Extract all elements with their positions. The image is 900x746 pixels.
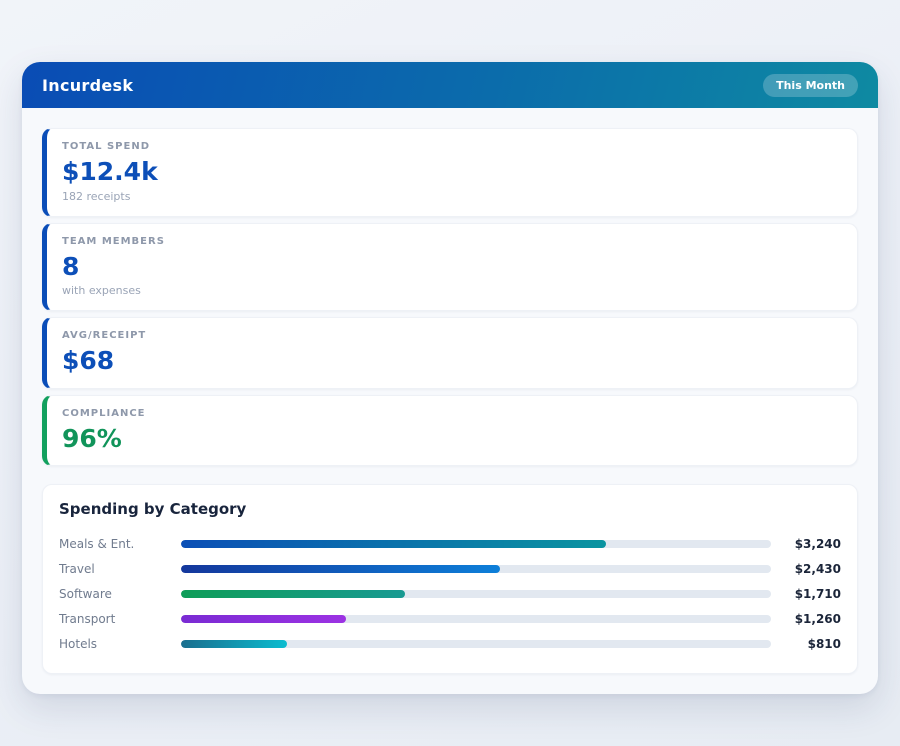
dashboard-content: TOTAL SPEND $12.4k 182 receipts TEAM MEM… (22, 108, 878, 694)
category-label: Transport (59, 612, 181, 626)
chart-row-transport: Transport $1,260 (59, 606, 841, 631)
chart-title: Spending by Category (59, 500, 841, 518)
category-label: Meals & Ent. (59, 537, 181, 551)
stat-label: TEAM MEMBERS (62, 236, 841, 247)
bar-fill (181, 540, 606, 548)
stat-subtext: with expenses (62, 284, 841, 297)
bar-fill (181, 590, 405, 598)
bar-track (181, 565, 771, 573)
category-label: Software (59, 587, 181, 601)
stat-value: 96% (62, 425, 841, 453)
bar-fill (181, 565, 500, 573)
bar-fill (181, 615, 346, 623)
stat-label: COMPLIANCE (62, 408, 841, 419)
stat-value: 8 (62, 253, 841, 281)
category-value: $3,240 (771, 537, 841, 551)
spending-by-category-card: Spending by Category Meals & Ent. $3,240… (42, 484, 858, 674)
stat-card-avg-receipt: AVG/RECEIPT $68 (42, 317, 858, 389)
stat-label: AVG/RECEIPT (62, 330, 841, 341)
app-title: Incurdesk (42, 76, 133, 95)
stat-card-compliance: COMPLIANCE 96% (42, 395, 858, 467)
bar-track (181, 615, 771, 623)
chart-row-hotels: Hotels $810 (59, 631, 841, 656)
category-value: $1,260 (771, 612, 841, 626)
stat-value: $12.4k (62, 158, 841, 186)
chart-row-travel: Travel $2,430 (59, 556, 841, 581)
app-header: Incurdesk This Month (22, 62, 878, 108)
bar-fill (181, 640, 287, 648)
app-card: Incurdesk This Month TOTAL SPEND $12.4k … (22, 62, 878, 694)
bar-track (181, 640, 771, 648)
category-label: Travel (59, 562, 181, 576)
chart-row-software: Software $1,710 (59, 581, 841, 606)
stat-card-team-members: TEAM MEMBERS 8 with expenses (42, 223, 858, 312)
category-value: $2,430 (771, 562, 841, 576)
category-value: $810 (771, 637, 841, 651)
stat-card-total-spend: TOTAL SPEND $12.4k 182 receipts (42, 128, 858, 217)
bar-track (181, 590, 771, 598)
stat-value: $68 (62, 347, 841, 375)
stat-subtext: 182 receipts (62, 190, 841, 203)
bar-track (181, 540, 771, 548)
chart-row-meals: Meals & Ent. $3,240 (59, 531, 841, 556)
category-value: $1,710 (771, 587, 841, 601)
stat-label: TOTAL SPEND (62, 141, 841, 152)
category-label: Hotels (59, 637, 181, 651)
period-badge[interactable]: This Month (763, 74, 858, 97)
